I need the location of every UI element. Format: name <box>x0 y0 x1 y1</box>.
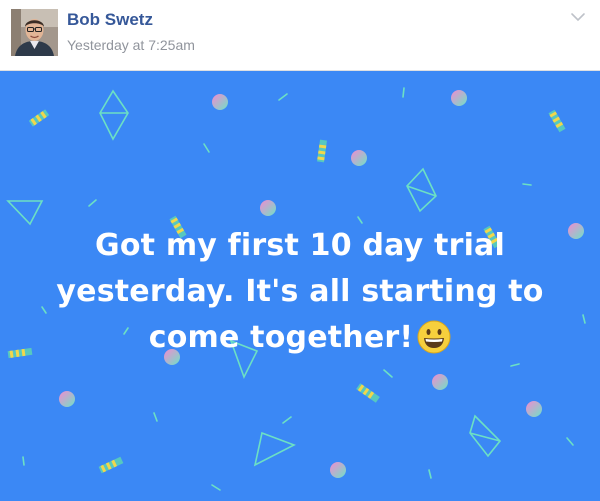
avatar-photo-icon <box>11 9 58 56</box>
author-avatar[interactable] <box>11 9 58 56</box>
chevron-down-icon[interactable] <box>570 10 586 24</box>
grinning-face-icon <box>417 320 451 368</box>
author-name[interactable]: Bob Swetz <box>67 10 153 30</box>
post-timestamp[interactable]: Yesterday at 7:25am <box>67 37 195 53</box>
status-text: Got my first 10 day trial yesterday. It'… <box>56 228 544 355</box>
status-message: Got my first 10 day trial yesterday. It'… <box>20 223 580 368</box>
post-header: Bob Swetz Yesterday at 7:25am <box>0 0 600 71</box>
status-background: Got my first 10 day trial yesterday. It'… <box>0 71 600 501</box>
